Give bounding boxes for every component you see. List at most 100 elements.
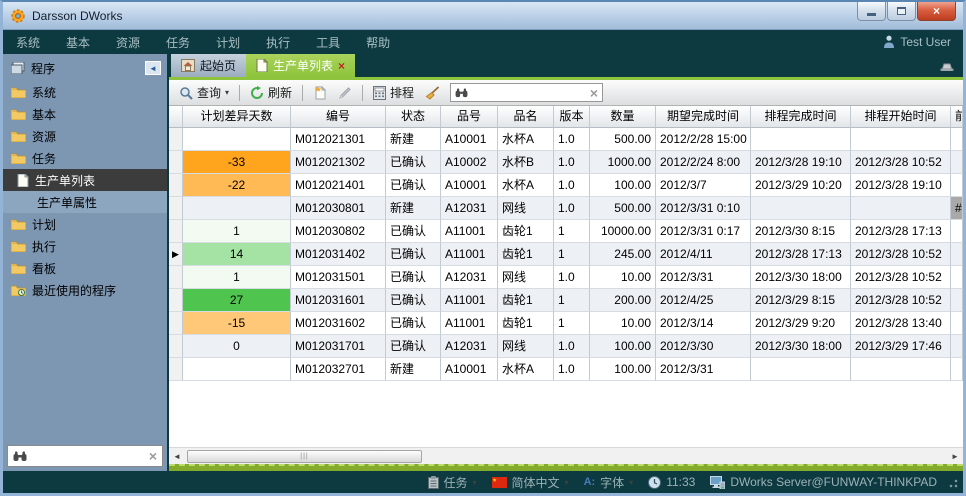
cell-diff	[183, 128, 291, 151]
cell-item_no: A12031	[441, 266, 498, 289]
schedule-button[interactable]: 排程	[369, 82, 418, 103]
row-indicator[interactable]	[169, 335, 183, 358]
sidebar-item-recent-programs[interactable]: 最近使用的程序	[3, 279, 167, 301]
menu-tools[interactable]: 工具	[303, 30, 353, 54]
column-header-sched_start[interactable]: 排程开始时间	[851, 106, 951, 128]
edit-button[interactable]	[334, 84, 356, 102]
cell-sched_start: 2012/3/28 10:52	[851, 151, 951, 174]
sidebar-item-execute[interactable]: 执行	[3, 235, 167, 257]
sidebar-search-input[interactable]	[31, 449, 145, 463]
horizontal-scrollbar[interactable]: ◄ ||| ►	[169, 447, 963, 464]
cell-no: M012031601	[291, 289, 386, 312]
sidebar-item-task[interactable]: 任务	[3, 147, 167, 169]
row-indicator[interactable]	[169, 174, 183, 197]
new-button[interactable]	[309, 83, 331, 102]
cell-extra: #	[951, 197, 963, 220]
row-indicator[interactable]	[169, 289, 183, 312]
cell-item_name: 水杯A	[498, 174, 554, 197]
toolbar-search-input[interactable]	[472, 86, 586, 100]
sidebar-item-production-order-list[interactable]: 生产单列表	[3, 169, 167, 191]
sidebar-item-kanban[interactable]: 看板	[3, 257, 167, 279]
column-header-status[interactable]: 状态	[386, 106, 441, 128]
menu-resource[interactable]: 资源	[103, 30, 153, 54]
sidebar-item-plan[interactable]: 计划	[3, 213, 167, 235]
row-indicator[interactable]	[169, 128, 183, 151]
column-header-due[interactable]: 期望完成时间	[656, 106, 751, 128]
sidebar-item-basic[interactable]: 基本	[3, 103, 167, 125]
column-header-diff[interactable]: 计划差异天数	[183, 106, 291, 128]
row-indicator[interactable]	[169, 151, 183, 174]
maximize-button[interactable]	[887, 2, 916, 21]
menu-basic[interactable]: 基本	[53, 30, 103, 54]
column-header-item_name[interactable]: 品名	[498, 106, 554, 128]
app-window: Darsson DWorks × 系统 基本 资源 任务 计划 执行 工具 帮助…	[0, 0, 966, 496]
menu-help[interactable]: 帮助	[353, 30, 403, 54]
statusbar-task-menu[interactable]: 任务 ▾	[428, 474, 477, 491]
clock-icon	[648, 476, 661, 489]
table-row[interactable]: 1M012031501已确认A12031网线1.010.002012/3/312…	[169, 266, 963, 289]
sidebar-collapse-button[interactable]: ◄	[145, 61, 161, 75]
tab-production-order-list[interactable]: 生产单列表 ×	[246, 54, 355, 77]
row-indicator[interactable]	[169, 266, 183, 289]
column-header-item_no[interactable]: 品号	[441, 106, 498, 128]
clean-button[interactable]	[421, 84, 444, 102]
tab-label: 生产单列表	[273, 57, 333, 74]
row-indicator[interactable]	[169, 312, 183, 335]
table-row[interactable]: M012030801新建A12031网线1.0500.002012/3/31 0…	[169, 197, 963, 220]
menu-plan[interactable]: 计划	[203, 30, 253, 54]
row-indicator[interactable]	[169, 197, 183, 220]
sidebar-search-clear-icon[interactable]: ×	[149, 449, 157, 463]
cell-sched_end: 2012/3/30 18:00	[751, 335, 851, 358]
cell-sched_start: 2012/3/29 17:46	[851, 335, 951, 358]
statusbar-language-menu[interactable]: 简体中文 ▾	[492, 474, 569, 491]
refresh-label: 刷新	[268, 84, 292, 101]
minimize-button[interactable]	[857, 2, 886, 21]
row-indicator[interactable]: ▶	[169, 243, 183, 266]
cell-status: 已确认	[386, 220, 441, 243]
cell-sched_start: 2012/3/28 17:13	[851, 220, 951, 243]
resize-grip[interactable]	[948, 479, 958, 489]
column-header-qty[interactable]: 数量	[590, 106, 656, 128]
table-row[interactable]: -22M012021401已确认A10001水杯A1.0100.002012/3…	[169, 174, 963, 197]
statusbar-server: DWorks Server@FUNWAY-THINKPAD	[710, 475, 937, 489]
sidebar-item-production-order-properties[interactable]: 生产单属性	[3, 191, 167, 213]
table-row[interactable]: 27M012031601已确认A11001齿轮11200.002012/4/25…	[169, 289, 963, 312]
menu-task[interactable]: 任务	[153, 30, 203, 54]
menu-system[interactable]: 系统	[3, 30, 53, 54]
table-row[interactable]: 1M012030802已确认A11001齿轮1110000.002012/3/3…	[169, 220, 963, 243]
column-header-no[interactable]: 编号	[291, 106, 386, 128]
scroll-left-icon[interactable]: ◄	[169, 452, 185, 461]
table-row[interactable]: -15M012031602已确认A11001齿轮1110.002012/3/14…	[169, 312, 963, 335]
scroll-right-icon[interactable]: ►	[947, 452, 963, 461]
menu-execute[interactable]: 执行	[253, 30, 303, 54]
toolbar-search-clear-icon[interactable]: ×	[590, 86, 598, 100]
column-header-version[interactable]: 版本	[554, 106, 590, 128]
column-header-extra[interactable]: 前	[951, 106, 963, 128]
close-button[interactable]: ×	[917, 2, 956, 21]
scrollbar-thumb[interactable]: |||	[187, 450, 422, 463]
sidebar: 程序 ◄ 系统 基本 资源 任务 生产单列表	[3, 54, 167, 471]
cell-status: 新建	[386, 128, 441, 151]
current-user[interactable]: Test User	[883, 35, 963, 49]
table-row[interactable]: M012032701新建A10001水杯A1.0100.002012/3/31	[169, 358, 963, 381]
row-indicator[interactable]	[169, 220, 183, 243]
window-list-icon[interactable]	[939, 61, 955, 71]
tab-close-icon[interactable]: ×	[338, 59, 345, 73]
time-label: 11:33	[666, 475, 695, 489]
refresh-button[interactable]: 刷新	[246, 82, 296, 103]
table-row[interactable]: 0M012031701已确认A12031网线1.0100.002012/3/30…	[169, 335, 963, 358]
cell-item_name: 网线	[498, 335, 554, 358]
statusbar-font-menu[interactable]: A: 字体 ▾	[584, 474, 634, 491]
query-button[interactable]: 查询 ▾	[175, 82, 233, 103]
sidebar-item-resource[interactable]: 资源	[3, 125, 167, 147]
cell-version: 1.0	[554, 335, 590, 358]
table-row[interactable]: -33M012021302已确认A10002水杯B1.01000.002012/…	[169, 151, 963, 174]
table-row[interactable]: M012021301新建A10001水杯A1.0500.002012/2/28 …	[169, 128, 963, 151]
computer-icon	[710, 476, 725, 489]
table-row[interactable]: ▶14M012031402已确认A11001齿轮11245.002012/4/1…	[169, 243, 963, 266]
column-header-sched_end[interactable]: 排程完成时间	[751, 106, 851, 128]
cell-item_name: 网线	[498, 266, 554, 289]
row-indicator[interactable]	[169, 358, 183, 381]
sidebar-item-system[interactable]: 系统	[3, 81, 167, 103]
tab-start-page[interactable]: 起始页	[171, 54, 246, 77]
